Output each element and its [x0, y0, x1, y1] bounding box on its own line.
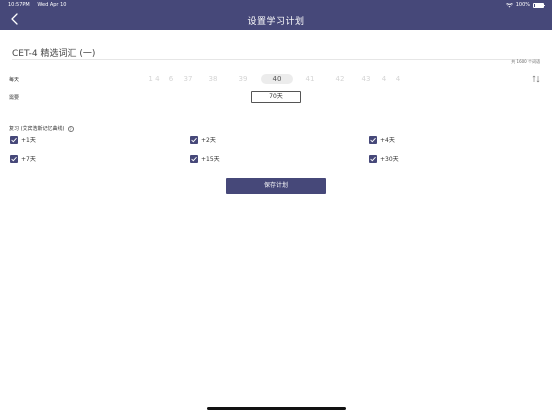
checkmark-icon — [370, 137, 376, 142]
duration-label: 需要 — [9, 95, 20, 101]
review-section-title: 复习 (艾宾浩斯记忆曲线) ? — [9, 125, 74, 132]
picker-option[interactable]: 37 — [184, 75, 193, 83]
picker-option[interactable]: 39 — [239, 75, 248, 83]
picker-option[interactable]: 41 — [306, 75, 315, 83]
checkmark-icon — [370, 156, 376, 161]
checkbox-checked[interactable] — [369, 135, 377, 144]
picker-option[interactable]: 42 — [336, 75, 345, 83]
battery-icon — [533, 2, 545, 8]
checkmark-icon — [11, 156, 17, 161]
review-option-label: +7天 — [21, 156, 36, 163]
review-option-7d[interactable]: +7天 — [10, 154, 36, 163]
picker-option[interactable]: 6 — [169, 75, 173, 83]
info-icon[interactable]: ? — [67, 125, 74, 132]
daily-label: 每天 — [9, 77, 20, 83]
checkmark-icon — [11, 137, 17, 142]
status-date: Wed Apr 10 — [37, 2, 67, 8]
sort-arrows-icon[interactable] — [532, 75, 540, 83]
title-divider — [12, 59, 540, 60]
review-option-2d[interactable]: +2天 — [190, 135, 216, 144]
checkbox-checked[interactable] — [190, 135, 198, 144]
book-title: CET-4 精选词汇 (一) — [12, 49, 96, 59]
checkbox-checked[interactable] — [190, 154, 198, 163]
review-title-text: 复习 (艾宾浩斯记忆曲线) — [9, 126, 65, 132]
status-bar: 10:57PM Wed Apr 10 100% — [0, 0, 552, 10]
review-option-15d[interactable]: +15天 — [190, 154, 220, 163]
checkmark-icon — [191, 156, 197, 161]
picker-option[interactable]: 4 — [382, 75, 386, 83]
home-indicator[interactable] — [207, 407, 346, 410]
nav-header: 10:57PM Wed Apr 10 100% 设置学习计划 — [0, 0, 552, 30]
page-title: 设置学习计划 — [247, 17, 305, 27]
review-option-label: +4天 — [380, 137, 395, 144]
checkbox-checked[interactable] — [369, 154, 377, 163]
checkmark-icon — [191, 137, 197, 142]
review-option-1d[interactable]: +1天 — [10, 135, 36, 144]
review-option-label: +1天 — [21, 137, 36, 144]
wifi-icon — [505, 2, 513, 7]
save-plan-button[interactable]: 保存计划 — [226, 178, 326, 194]
total-words-count: 共 1600 个词语 — [511, 59, 540, 64]
status-time: 10:57PM — [8, 2, 30, 8]
review-option-label: +2天 — [201, 137, 216, 144]
review-option-4d[interactable]: +4天 — [369, 135, 395, 144]
status-right: 100% — [505, 2, 545, 8]
review-option-label: +30天 — [380, 156, 399, 163]
picker-selected-value[interactable]: 40 — [273, 75, 282, 83]
picker-option[interactable]: 4 — [396, 75, 400, 83]
picker-option[interactable]: 1 4 — [148, 75, 159, 83]
picker-option[interactable]: 43 — [362, 75, 371, 83]
checkbox-checked[interactable] — [10, 135, 18, 144]
battery-percent: 100% — [515, 2, 530, 8]
status-left: 10:57PM Wed Apr 10 — [8, 2, 72, 8]
review-option-30d[interactable]: +30天 — [369, 154, 399, 163]
daily-words-picker[interactable]: 1 4 6 37 38 39 40 41 42 43 4 4 — [140, 73, 410, 85]
review-option-label: +15天 — [201, 156, 220, 163]
duration-days-box: 70天 — [251, 91, 301, 103]
picker-option[interactable]: 38 — [209, 75, 218, 83]
checkbox-checked[interactable] — [10, 154, 18, 163]
